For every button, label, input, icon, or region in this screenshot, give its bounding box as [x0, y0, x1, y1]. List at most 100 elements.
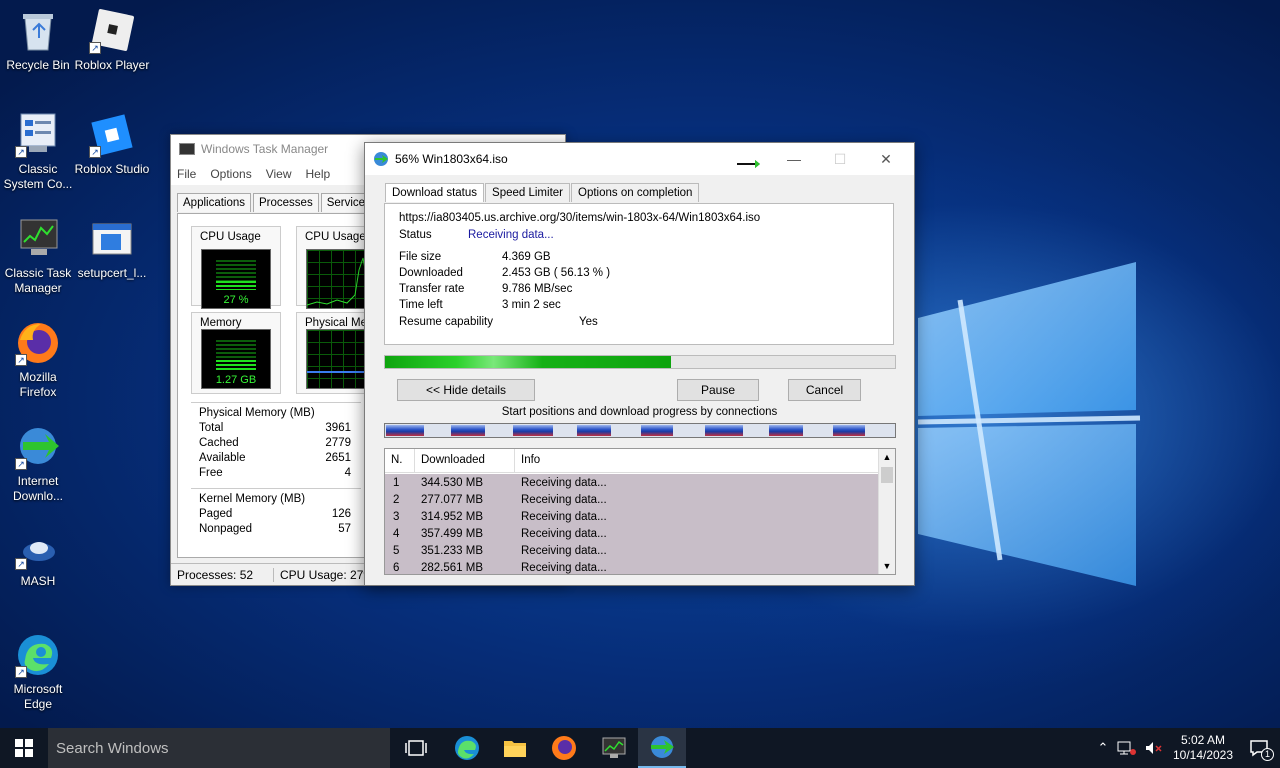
cancel-button[interactable]: Cancel	[788, 379, 861, 401]
start-button[interactable]	[0, 728, 48, 768]
stat-row: Cached 2779	[199, 437, 351, 449]
hide-details-button[interactable]: << Hide details	[397, 379, 535, 401]
tab-options-on-completion[interactable]: Options on completion	[571, 183, 700, 202]
setup-file-icon	[89, 216, 135, 262]
stat-row: Nonpaged 57	[199, 523, 351, 535]
edge-icon: ↗	[15, 632, 61, 678]
task-view-button[interactable]	[392, 728, 440, 768]
desktop-icon-label: Microsoft Edge	[13, 682, 63, 711]
taskbar-clock[interactable]: 5:02 AM 10/14/2023	[1168, 733, 1238, 763]
stat-row: Total 3961	[199, 422, 351, 434]
connection-row[interactable]: 4 357.499 MB Receiving data...	[385, 525, 878, 542]
scroll-up-icon[interactable]: ▲	[879, 449, 895, 465]
scroll-down-icon[interactable]: ▼	[879, 558, 895, 574]
desktop-icon-mash[interactable]: ↗ MASH	[0, 536, 76, 589]
system-config-icon: ↗	[15, 112, 61, 158]
desktop-icon-internet-download-manager[interactable]: ↗ Internet Downlo...	[0, 424, 76, 504]
idm-icon	[651, 736, 674, 758]
connection-row[interactable]: 1 344.530 MB Receiving data...	[385, 474, 878, 491]
show-hidden-icons-chevron-icon[interactable]: ⌃	[1092, 740, 1114, 756]
shortcut-arrow-icon: ↗	[15, 558, 27, 570]
tab-applications[interactable]: Applications	[177, 193, 252, 212]
transfer-rate-label: Transfer rate	[399, 283, 465, 295]
taskbar-edge[interactable]	[443, 728, 491, 768]
menu-help[interactable]: Help	[306, 167, 331, 181]
stat-row: Free 4	[199, 467, 351, 479]
connection-segment	[513, 425, 553, 436]
taskbar-file-explorer[interactable]	[491, 728, 539, 768]
status-label: Status	[399, 229, 432, 241]
desktop-icon-label: Classic System Co...	[3, 162, 73, 191]
clock-date: 10/14/2023	[1172, 748, 1234, 762]
cpu-usage-meter: 27 %	[201, 249, 271, 309]
column-downloaded[interactable]: Downloaded	[415, 449, 515, 472]
desktop-icon-roblox-player[interactable]: ↗ Roblox Player	[74, 8, 150, 73]
taskbar-internet-download-manager[interactable]	[638, 728, 686, 768]
network-icon[interactable]	[1116, 740, 1138, 756]
shortcut-arrow-icon: ↗	[89, 146, 101, 158]
desktop-icon-recycle-bin[interactable]: Recycle Bin	[0, 8, 76, 73]
downloaded-value: 2.453 GB ( 56.13 % )	[502, 267, 611, 279]
download-arrow-icon	[737, 160, 760, 168]
resume-capability-label: Resume capability	[399, 316, 493, 328]
menu-file[interactable]: File	[177, 167, 196, 181]
taskbar-firefox[interactable]	[540, 728, 588, 768]
desktop-icon-classic-task-manager[interactable]: Classic Task Manager	[0, 216, 76, 296]
connection-segment	[769, 425, 803, 436]
memory-value: 1.27 GB	[215, 374, 257, 386]
desktop-icon-firefox[interactable]: ↗ Mozilla Firefox	[0, 320, 76, 400]
tab-speed-limiter[interactable]: Speed Limiter	[485, 183, 570, 202]
connection-row[interactable]: 5 351.233 MB Receiving data...	[385, 542, 878, 559]
tab-processes[interactable]: Processes	[253, 193, 319, 212]
connection-segment	[386, 425, 424, 436]
pause-button[interactable]: Pause	[677, 379, 759, 401]
menu-view[interactable]: View	[266, 167, 292, 181]
download-status-panel: https://ia803405.us.archive.org/30/items…	[384, 203, 894, 345]
physical-memory-header: Physical Memory (MB)	[199, 407, 315, 419]
taskbar: Search Windows ⌃ 5:02 AM 10/14/2023 1	[0, 728, 1280, 768]
scrollbar-thumb[interactable]	[881, 467, 893, 483]
desktop-icon-roblox-studio[interactable]: ↗ Roblox Studio	[74, 112, 150, 177]
time-left-row: Time left 3 min 2 sec	[399, 299, 561, 315]
menu-options[interactable]: Options	[210, 167, 251, 181]
minimize-button[interactable]: —	[771, 143, 817, 175]
connections-header: N. Downloaded Info	[385, 449, 878, 473]
transfer-rate-row: Transfer rate 9.786 MB/sec	[399, 283, 572, 299]
status-value: Receiving data...	[468, 229, 554, 241]
taskbar-task-manager[interactable]	[590, 728, 638, 768]
connection-row[interactable]: 3 314.952 MB Receiving data...	[385, 508, 878, 525]
column-info[interactable]: Info	[515, 449, 878, 472]
download-dialog-titlebar[interactable]: 56% Win1803x64.iso — ☐ ✕	[365, 143, 914, 175]
desktop-icon-setupcert[interactable]: setupcert_l...	[74, 216, 150, 281]
download-dialog-tabs: Download status Speed Limiter Options on…	[385, 183, 700, 202]
desktop-icon-label: setupcert_l...	[77, 266, 147, 280]
roblox-player-icon: ↗	[89, 8, 135, 54]
taskbar-search-box[interactable]: Search Windows	[48, 728, 390, 768]
volume-muted-icon[interactable]	[1144, 740, 1164, 756]
close-button[interactable]: ✕	[863, 143, 909, 175]
connections-list: N. Downloaded Info 1 344.530 MB Receiving …	[384, 448, 896, 575]
column-n[interactable]: N.	[385, 449, 415, 472]
task-manager-icon	[602, 737, 626, 758]
memory-box: Memory 1.27 GB	[191, 312, 281, 394]
cpu-usage-label: CPU Usage	[200, 231, 261, 243]
connection-segment	[451, 425, 485, 436]
desktop-icon-microsoft-edge[interactable]: ↗ Microsoft Edge	[0, 632, 76, 712]
resume-capability-value: Yes	[579, 316, 598, 328]
connections-caption: Start positions and download progress by…	[501, 406, 778, 418]
desktop-icon-classic-system-config[interactable]: ↗ Classic System Co...	[0, 112, 76, 192]
shortcut-arrow-icon: ↗	[15, 354, 27, 366]
memory-label: Memory	[200, 317, 242, 329]
connection-segment	[705, 425, 743, 436]
connections-scrollbar[interactable]: ▲ ▼	[878, 449, 895, 574]
connection-row[interactable]: 2 277.077 MB Receiving data...	[385, 491, 878, 508]
connection-row[interactable]: 6 282.561 MB Receiving data...	[385, 559, 878, 574]
tab-download-status[interactable]: Download status	[385, 183, 485, 202]
file-size-value: 4.369 GB	[502, 251, 551, 263]
action-center-button[interactable]: 1	[1238, 728, 1280, 768]
clock-time: 5:02 AM	[1180, 733, 1226, 747]
task-manager-icon	[15, 216, 61, 262]
maximize-button[interactable]: ☐	[817, 143, 863, 175]
kernel-memory-header: Kernel Memory (MB)	[199, 493, 306, 505]
desktop-icon-label: Classic Task Manager	[4, 266, 72, 295]
